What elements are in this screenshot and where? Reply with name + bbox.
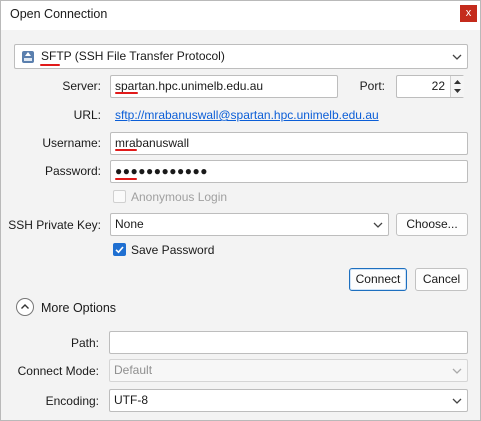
annotation-underline bbox=[115, 178, 137, 180]
protocol-select[interactable]: SFTP (SSH File Transfer Protocol) bbox=[14, 44, 468, 69]
username-input[interactable]: mrabanuswall bbox=[110, 132, 468, 155]
connect-button[interactable]: Connect bbox=[349, 268, 407, 291]
close-button[interactable]: x bbox=[460, 5, 477, 22]
chevron-down-icon bbox=[452, 398, 462, 404]
anonymous-login-label: Anonymous Login bbox=[131, 190, 228, 204]
encoding-label: Encoding: bbox=[45, 394, 99, 408]
cancel-button[interactable]: Cancel bbox=[415, 268, 468, 291]
annotation-underline bbox=[40, 64, 60, 66]
connect-mode-select: Default bbox=[109, 359, 468, 382]
ssh-key-select[interactable]: None bbox=[110, 213, 389, 236]
window-title: Open Connection bbox=[10, 7, 108, 21]
connect-mode-value: Default bbox=[114, 363, 153, 377]
anonymous-login-checkbox[interactable] bbox=[113, 190, 126, 203]
spin-up-icon bbox=[454, 80, 461, 84]
connect-mode-label: Connect Mode: bbox=[17, 364, 99, 378]
open-connection-dialog: Open Connection x SFTP (SSH File Transfe… bbox=[0, 0, 481, 421]
protocol-long: (SSH File Transfer Protocol) bbox=[71, 49, 225, 63]
server-label: Server: bbox=[62, 79, 101, 93]
save-password-label: Save Password bbox=[131, 243, 215, 257]
password-label: Password: bbox=[44, 164, 101, 178]
save-password-checkbox[interactable] bbox=[113, 243, 126, 256]
spin-down-icon bbox=[454, 89, 461, 93]
ssh-key-value: None bbox=[115, 217, 144, 231]
server-input[interactable]: spartan.hpc.unimelb.edu.au bbox=[110, 75, 338, 98]
more-options-label[interactable]: More Options bbox=[41, 301, 116, 315]
chevron-down-icon bbox=[452, 54, 462, 60]
username-label: Username: bbox=[42, 136, 101, 150]
title-bar: Open Connection x bbox=[1, 1, 480, 30]
url-label: URL: bbox=[73, 108, 101, 122]
password-input[interactable]: ●●●●●●●●●●●● bbox=[110, 160, 468, 183]
chevron-down-icon bbox=[373, 222, 383, 228]
annotation-underline bbox=[115, 92, 138, 94]
chevron-up-icon bbox=[21, 304, 29, 309]
port-spin-buttons[interactable] bbox=[450, 76, 464, 97]
path-input[interactable] bbox=[109, 331, 468, 354]
chevron-down-icon bbox=[452, 368, 462, 374]
choose-key-button[interactable]: Choose... bbox=[396, 213, 468, 236]
protocol-short: SFTP bbox=[41, 49, 72, 63]
more-options-toggle[interactable] bbox=[16, 298, 34, 316]
path-label: Path: bbox=[70, 336, 99, 350]
encoding-value: UTF-8 bbox=[114, 393, 148, 407]
sftp-protocol-icon bbox=[21, 49, 35, 63]
ssh-key-label: SSH Private Key: bbox=[8, 218, 101, 232]
port-label: Port: bbox=[359, 79, 385, 93]
annotation-underline bbox=[115, 149, 137, 151]
encoding-select[interactable]: UTF-8 bbox=[109, 389, 468, 412]
checkmark-icon bbox=[115, 246, 124, 254]
url-link[interactable]: sftp://mrabanuswall@spartan.hpc.unimelb.… bbox=[115, 108, 379, 122]
